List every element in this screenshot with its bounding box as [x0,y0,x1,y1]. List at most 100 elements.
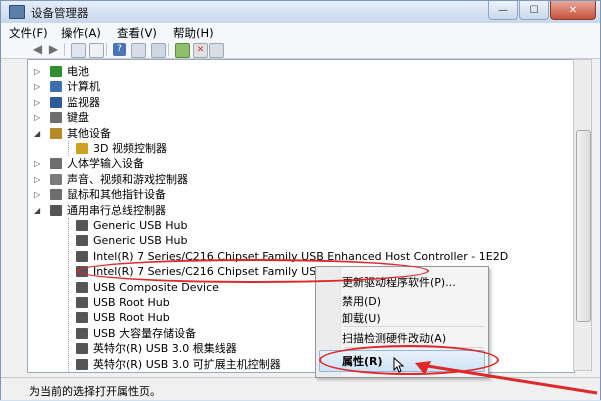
computer-icon[interactable] [71,43,86,58]
expand-icon[interactable]: ▷ [34,159,43,168]
tree-item-label: 监视器 [67,95,100,109]
tree-item[interactable]: ▷ 计算机 [28,79,568,94]
device-manager-icon [9,5,25,19]
tree-item-label: 声音、视频和游戏控制器 [67,172,188,186]
tree-item-label: USB Root Hub [93,296,170,309]
expand-icon[interactable]: ▷ [34,82,43,91]
window-title: 设备管理器 [31,6,89,20]
properties-icon[interactable] [89,43,104,58]
tree-item-label: 键盘 [67,111,89,125]
tree-item[interactable]: Generic USB Hub [28,233,568,248]
scan-icon[interactable] [131,43,146,58]
usb-icon [76,358,88,370]
tree-line [68,141,69,157]
mouse-cursor-icon [393,357,405,373]
context-menu-separator [344,326,484,327]
tree-item-label: 鼠标和其他指针设备 [67,188,166,202]
tree-item-label: 英特尔(R) USB 3.0 可扩展主机控制器 [93,357,281,371]
tree-item[interactable]: ▷ 监视器 [28,95,568,110]
tree-item-label: 英特尔(R) USB 3.0 根集线器 [93,342,237,356]
usb-icon [76,235,88,247]
menu-action[interactable]: 操作(A) [61,25,101,41]
tree-item-label: Generic USB Hub [93,234,188,248]
expand-icon[interactable]: ▷ [34,175,43,184]
mouse-icon [50,189,62,201]
close-button[interactable]: ✕ [550,1,596,20]
help-icon[interactable]: ? [113,43,126,56]
usb-icon [76,281,88,293]
tree-item-label: 电池 [67,65,89,78]
tree-item-label: 人体学输入设备 [67,157,144,171]
tree-item-label: 3D 视频控制器 [93,142,167,155]
tree-item-label: Generic USB Hub [93,219,188,232]
tree-item[interactable]: ▷ 人体学输入设备 [28,156,568,171]
menu-help[interactable]: 帮助(H) [173,25,214,41]
sound-icon [50,173,62,185]
computer-icon [50,81,62,93]
expand-icon[interactable]: ▷ [34,190,43,199]
unknown-device-icon [50,127,62,139]
tree-item-label: 其他设备 [67,126,111,140]
tree-item-label: USB Root Hub [93,311,170,325]
minimize-button[interactable]: — [488,1,518,20]
device-icon[interactable] [151,43,166,58]
annotation-arrow-shaft [420,363,598,395]
uninstall-icon[interactable]: ✕ [193,43,208,58]
forward-icon[interactable]: ▶ [47,43,60,56]
expand-icon[interactable]: ▷ [34,98,43,107]
collapse-icon[interactable]: ◢ [34,129,43,138]
toolbar: ◀ ▶ ? ✕ [1,42,600,59]
tree-item[interactable]: ◢ 通用串行总线控制器 [28,203,568,218]
device-tree[interactable]: ▷ 电池 ▷ 计算机 ▷ 监视器 ▷ 键盘 ◢ 其他设备 3D 视频控制器 ▷ 人体学输入设备 ▷ 声音、视… [27,59,575,373]
menu-view[interactable]: 查看(V) [117,25,157,41]
scrollbar-thumb[interactable] [576,130,591,322]
annotation-arrow [415,361,598,395]
window-controls: — ☐ ✕ [487,1,596,21]
toolbar-separator [64,43,65,56]
device-manager-window: 设备管理器 — ☐ ✕ 文件(F) 操作(A) 查看(V) 帮助(H) ◀ ▶ … [0,0,601,400]
menu-uninstall[interactable]: 卸载(U) [342,310,381,326]
warning-device-icon [76,143,88,154]
disable-icon[interactable] [209,43,224,58]
menu-disable[interactable]: 禁用(D) [342,293,381,309]
tree-item-label: 计算机 [67,80,100,94]
vertical-scrollbar[interactable] [573,59,592,371]
battery-icon [50,66,62,77]
expand-icon[interactable]: ▷ [34,113,43,122]
expand-icon[interactable]: ▷ [34,67,43,76]
keyboard-icon [50,112,62,124]
usb-icon [76,312,88,324]
usb-icon [76,250,88,262]
menu-bar: 文件(F) 操作(A) 查看(V) 帮助(H) [1,23,600,43]
tree-item[interactable]: Generic USB Hub [28,218,568,233]
tree-item[interactable]: 3D 视频控制器 [28,141,568,156]
collapse-icon[interactable]: ◢ [34,206,43,215]
maximize-button[interactable]: ☐ [519,1,549,20]
update-driver-icon[interactable] [175,43,190,58]
status-text: 为当前的选择打开属性页。 [29,385,161,398]
annotation-arrow-head [415,361,431,375]
hid-icon [50,158,62,170]
usb-icon [76,297,88,308]
tree-line [68,218,69,372]
menu-file[interactable]: 文件(F) [9,25,48,41]
toolbar-separator [106,43,107,56]
monitor-icon [50,96,62,108]
usb-icon [76,327,88,339]
tree-item-label: USB 大容量存储设备 [93,326,197,340]
usb-icon [76,220,88,231]
tree-item[interactable]: ▷ 声音、视频和游戏控制器 [28,172,568,187]
usb-icon [76,343,88,355]
tree-item[interactable]: ▷ 电池 [28,64,568,79]
tree-item[interactable]: ◢ 其他设备 [28,126,568,141]
title-bar[interactable]: 设备管理器 — ☐ ✕ [1,1,600,24]
annotation-oval-device [77,259,429,283]
tree-item[interactable]: ▷ 键盘 [28,110,568,125]
tree-item[interactable]: ▷ 鼠标和其他指针设备 [28,187,568,202]
usb-icon [50,204,62,216]
back-icon[interactable]: ◀ [31,43,44,56]
toolbar-separator [168,43,169,56]
tree-item-label: 通用串行总线控制器 [67,203,166,217]
menu-scan-hardware[interactable]: 扫描检测硬件改动(A) [342,330,446,346]
tree-item-label: 系统设备 [67,372,111,373]
